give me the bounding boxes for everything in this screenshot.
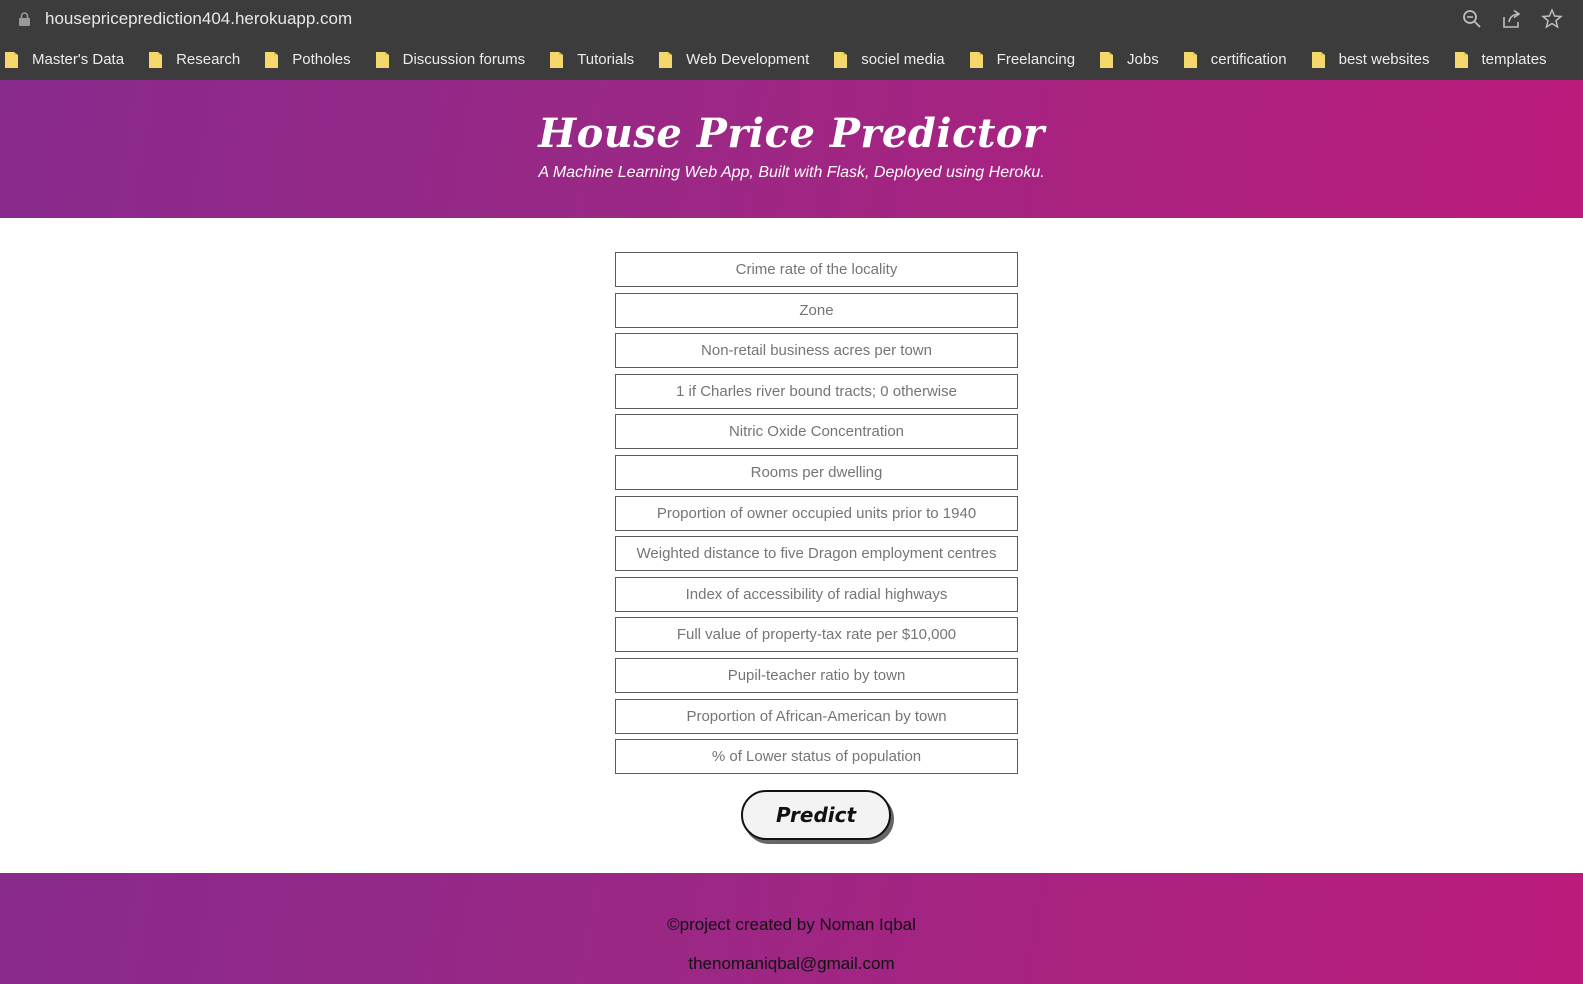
- bookmark-freelancing[interactable]: Freelancing: [969, 50, 1075, 69]
- prediction-form: [615, 252, 1018, 780]
- bookmark-label: best websites: [1338, 50, 1430, 68]
- folder-icon: [265, 51, 279, 68]
- folder-icon: [1183, 51, 1197, 68]
- bookmark-web-development[interactable]: Web Development: [658, 50, 809, 69]
- zone-input[interactable]: [615, 292, 1018, 328]
- bookmark-potholes[interactable]: Potholes: [264, 50, 351, 69]
- bookmark-star-icon[interactable]: [1541, 8, 1563, 30]
- bookmark-label: Research: [176, 50, 241, 68]
- bookmark-label: Discussion forums: [402, 50, 526, 68]
- bookmark-label: sociel media: [861, 50, 945, 68]
- folder-icon: [1311, 51, 1325, 68]
- page-title: House Price Predictor: [538, 110, 1045, 157]
- bookmark-tutorials[interactable]: Tutorials: [549, 50, 634, 69]
- page-footer: ©project created by Noman Iqbal thenoman…: [0, 873, 1583, 984]
- bookmark-label: Jobs: [1127, 50, 1159, 68]
- zoom-icon[interactable]: [1461, 8, 1483, 30]
- lower-status-input[interactable]: [615, 739, 1018, 775]
- predict-button[interactable]: Predict: [741, 790, 891, 840]
- footer-credit: ©project created by Noman Iqbal: [667, 915, 916, 934]
- bookmark-research[interactable]: Research: [148, 50, 240, 69]
- folder-icon: [1100, 51, 1114, 68]
- folder-icon: [375, 51, 389, 68]
- folder-icon: [149, 51, 163, 68]
- folder-icon: [5, 51, 18, 68]
- page-header: House Price Predictor A Machine Learning…: [0, 80, 1583, 218]
- crime-rate-input[interactable]: [615, 252, 1018, 287]
- bookmark-masters-data[interactable]: Master's Data: [4, 50, 124, 69]
- lock-icon: [19, 12, 30, 26]
- browser-address-bar[interactable]: housepriceprediction404.herokuapp.com: [0, 0, 1583, 38]
- african-american-proportion-input[interactable]: [615, 698, 1018, 734]
- folder-icon: [659, 51, 673, 68]
- footer-email[interactable]: thenomaniqbal@gmail.com: [0, 954, 1583, 974]
- bookmark-label: Tutorials: [577, 50, 635, 68]
- rooms-per-dwelling-input[interactable]: [615, 454, 1018, 490]
- bookmark-label: Freelancing: [996, 50, 1076, 68]
- property-tax-input[interactable]: [615, 617, 1018, 653]
- bookmark-templates[interactable]: templates: [1454, 50, 1547, 69]
- bookmark-label: templates: [1481, 50, 1547, 68]
- highway-access-input[interactable]: [615, 576, 1018, 612]
- owner-occupied-input[interactable]: [615, 495, 1018, 531]
- bookmark-label: Potholes: [292, 50, 351, 68]
- bookmark-discussion-forums[interactable]: Discussion forums: [375, 50, 526, 69]
- bookmark-sociel-media[interactable]: sociel media: [833, 50, 945, 69]
- page-subtitle: A Machine Learning Web App, Built with F…: [538, 164, 1045, 181]
- employment-distance-input[interactable]: [615, 536, 1018, 572]
- bookmark-certification[interactable]: certification: [1183, 50, 1287, 69]
- non-retail-acres-input[interactable]: [615, 333, 1018, 369]
- url-text[interactable]: housepriceprediction404.herokuapp.com: [45, 9, 352, 29]
- nitric-oxide-input[interactable]: [615, 414, 1018, 450]
- bookmark-best-websites[interactable]: best websites: [1311, 50, 1430, 69]
- bookmark-label: Web Development: [686, 50, 810, 68]
- bookmark-label: certification: [1210, 50, 1287, 68]
- share-icon[interactable]: [1501, 8, 1523, 30]
- folder-icon: [550, 51, 564, 68]
- bookmark-jobs[interactable]: Jobs: [1099, 50, 1159, 69]
- folder-icon: [834, 51, 848, 68]
- folder-icon: [1454, 51, 1468, 68]
- pupil-teacher-ratio-input[interactable]: [615, 657, 1018, 693]
- charles-river-input[interactable]: [615, 373, 1018, 409]
- folder-icon: [969, 51, 983, 68]
- bookmark-label: Master's Data: [32, 50, 125, 68]
- bookmarks-bar: Master's Data Research Potholes Discussi…: [0, 38, 1583, 80]
